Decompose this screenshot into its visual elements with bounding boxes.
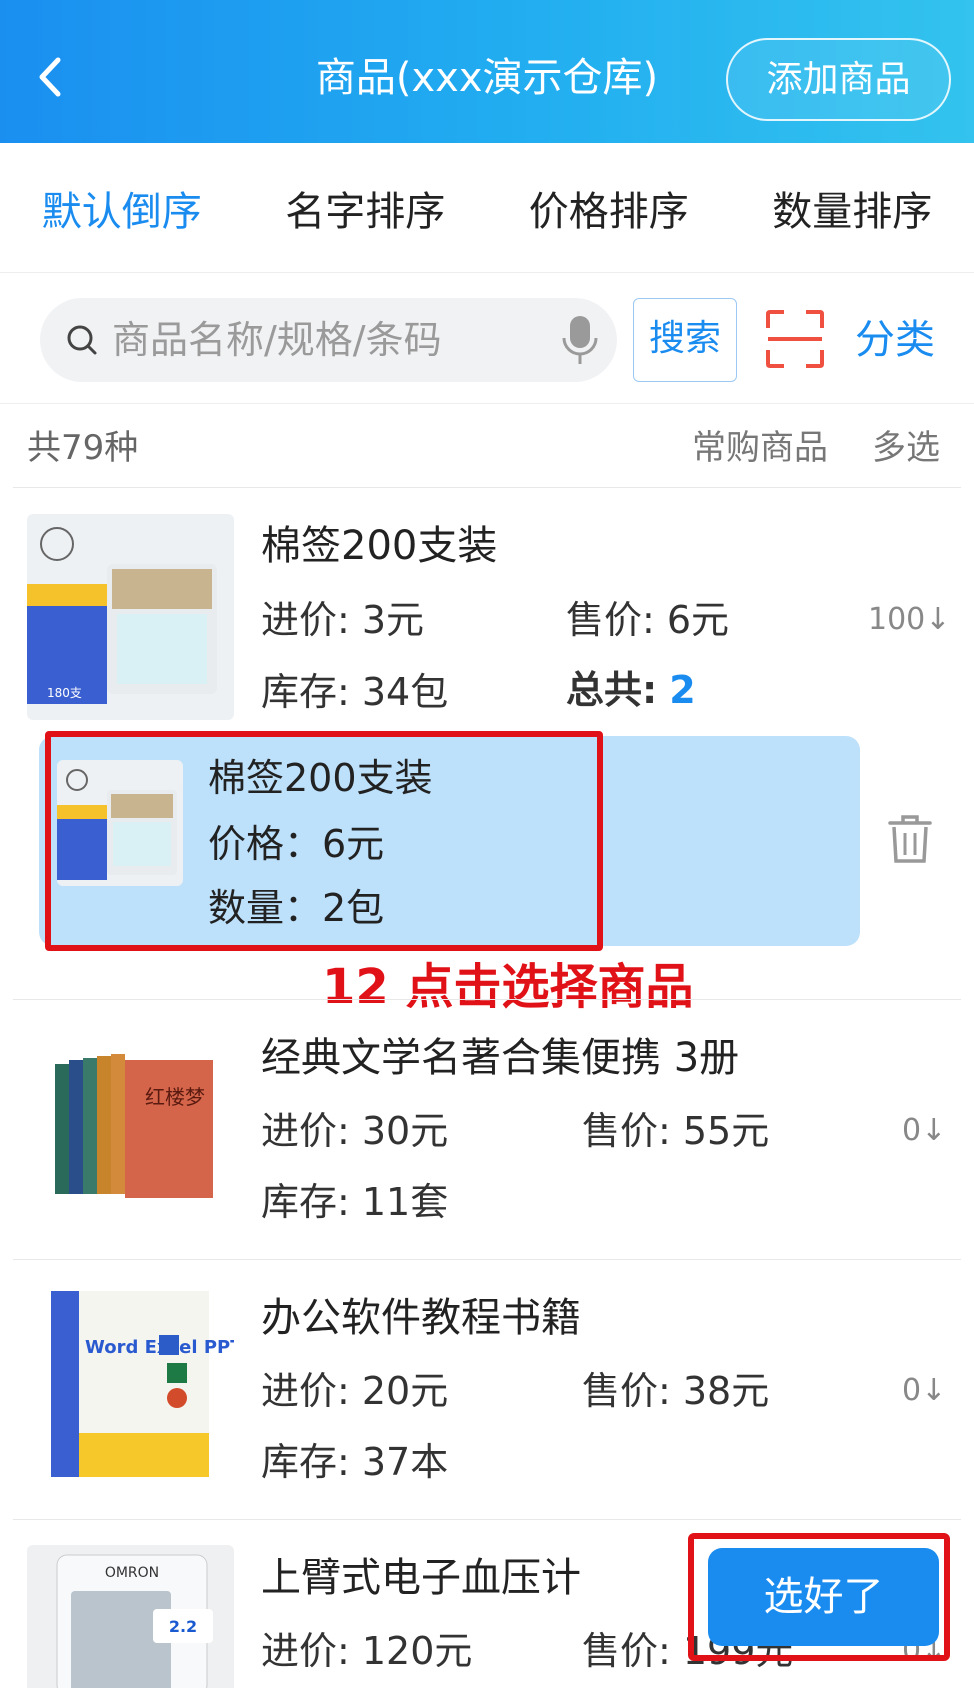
product-thumbnail: 红楼梦 — [27, 1024, 234, 1230]
category-button[interactable]: 分类 — [855, 300, 935, 380]
cost-price: 进价: 30元 — [261, 1109, 449, 1153]
tab-sort-price[interactable]: 价格排序 — [487, 143, 731, 272]
total-label: 总共: — [566, 668, 658, 712]
multi-select-link[interactable]: 多选 — [872, 405, 940, 491]
back-arrow-icon[interactable] — [30, 52, 70, 102]
search-row: 商品名称/规格/条码 搜索 分类 — [0, 274, 974, 404]
sort-tabs: 默认倒序 名字排序 价格排序 数量排序 — [0, 143, 974, 273]
cost-price: 进价: 3元 — [261, 598, 425, 642]
divider — [13, 1519, 961, 1520]
add-product-button[interactable]: 添加商品 — [726, 38, 951, 121]
tab-sort-quantity[interactable]: 数量排序 — [731, 143, 974, 272]
cost-price: 进价: 120元 — [261, 1629, 473, 1673]
total-value: 2 — [669, 668, 696, 712]
tab-default-desc[interactable]: 默认倒序 — [0, 143, 244, 272]
tab-sort-name[interactable]: 名字排序 — [244, 143, 488, 272]
list-header: 共79种 常购商品 多选 — [0, 405, 974, 487]
scan-barcode-icon[interactable] — [766, 310, 824, 368]
trash-icon[interactable] — [886, 813, 934, 865]
product-name: 办公软件教程书籍 — [261, 1295, 581, 1341]
stock: 库存: 37本 — [261, 1440, 449, 1484]
cost-price: 进价: 20元 — [261, 1369, 449, 1413]
microphone-icon[interactable] — [560, 314, 600, 366]
total-count: 总共: 2 — [566, 662, 696, 718]
search-icon — [67, 325, 97, 355]
sale-price: 售价: 6元 — [566, 598, 730, 642]
top-bar: 商品(xxx演示仓库) 添加商品 — [0, 0, 974, 143]
product-thumbnail: 180支 — [27, 514, 234, 720]
product-name: 棉签200支装 — [261, 523, 498, 569]
divider — [13, 487, 961, 488]
highlight-box — [45, 731, 603, 951]
frequent-products-link[interactable]: 常购商品 — [692, 405, 828, 491]
search-input[interactable]: 商品名称/规格/条码 — [40, 298, 617, 382]
sale-price: 售价: 55元 — [582, 1109, 770, 1153]
search-placeholder: 商品名称/规格/条码 — [112, 318, 442, 362]
quantity-stepper[interactable]: 0↓ — [902, 1366, 946, 1416]
product-name: 经典文学名著合集便携 3册 — [261, 1035, 740, 1081]
quantity-stepper[interactable]: 100↓ — [868, 595, 950, 645]
quantity-stepper[interactable]: 0↓ — [902, 1106, 946, 1156]
product-thumbnail: Word Excel PPT — [27, 1283, 234, 1489]
divider — [13, 999, 961, 1000]
thumbnail-caption: OMRON — [105, 1565, 159, 1581]
annotation-label: 12 点击选择商品 — [322, 959, 694, 1015]
highlight-box — [688, 1533, 950, 1661]
divider — [13, 1259, 961, 1260]
stock: 库存: 11套 — [261, 1180, 449, 1224]
sale-price: 售价: 38元 — [582, 1369, 770, 1413]
thumbnail-caption: 180支 — [47, 686, 82, 700]
product-count: 共79种 — [27, 428, 139, 468]
product-thumbnail: OMRON 2.2 — [27, 1545, 234, 1688]
stock: 库存: 34包 — [261, 670, 449, 714]
app-root: 商品(xxx演示仓库) 添加商品 默认倒序 名字排序 价格排序 数量排序 商品名… — [0, 0, 974, 1688]
product-name: 上臂式电子血压计 — [261, 1555, 581, 1601]
svg-text:2.2: 2.2 — [169, 1617, 197, 1636]
search-button[interactable]: 搜索 — [633, 298, 737, 382]
thumbnail-caption: 红楼梦 — [145, 1085, 205, 1109]
